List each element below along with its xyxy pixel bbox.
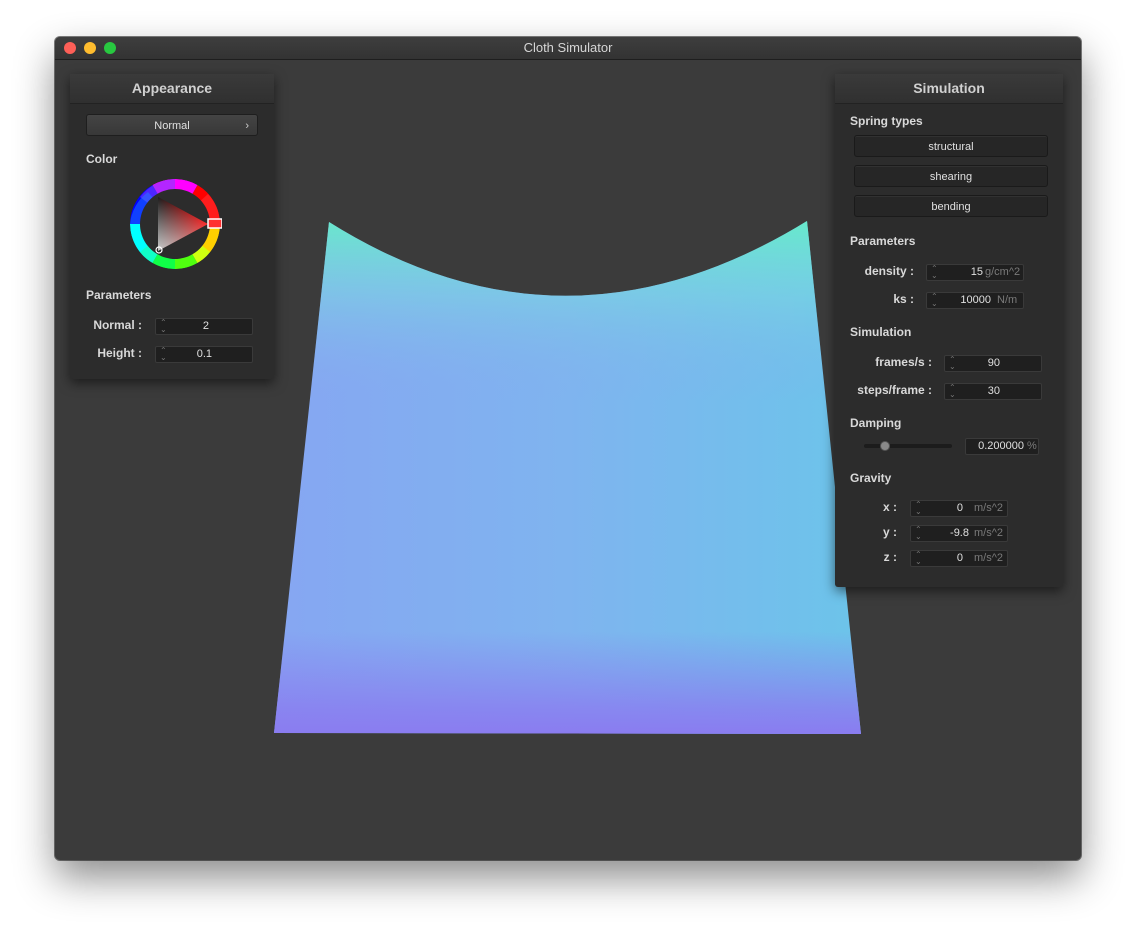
gravity-z-label: z :: [883, 550, 897, 564]
ks-input[interactable]: ⌃ ⌄ 10000 N/m: [926, 292, 1024, 309]
gravity-y-input[interactable]: ⌃ ⌄ -9.8 m/s^2: [910, 525, 1008, 542]
gravity-z-input[interactable]: ⌃ ⌄ 0 m/s^2: [910, 550, 1008, 567]
app-window: Cloth Simulator Appearance Normal › Colo…: [55, 37, 1081, 860]
damping-label: Damping: [850, 416, 902, 430]
frames-label: frames/s :: [875, 355, 932, 369]
simulation-parameters-label: Parameters: [850, 234, 916, 248]
spring-types-label: Spring types: [850, 114, 923, 128]
cloth-bottom-shade: [274, 221, 861, 734]
shader-dropdown[interactable]: Normal ›: [86, 114, 258, 136]
appearance-panel-header[interactable]: Appearance: [70, 74, 274, 104]
ks-label: ks :: [893, 292, 914, 306]
damping-slider[interactable]: [864, 439, 952, 453]
damping-slider-handle[interactable]: [879, 441, 890, 451]
shearing-toggle[interactable]: shearing: [854, 165, 1048, 187]
normal-label: Normal :: [93, 318, 142, 332]
simulation-section-label: Simulation: [850, 325, 912, 339]
title-bar[interactable]: Cloth Simulator: [55, 37, 1081, 60]
chevron-right-icon: ›: [245, 120, 249, 132]
gravity-x-input[interactable]: ⌃ ⌄ 0 m/s^2: [910, 500, 1008, 517]
simulation-panel: Simulation Spring types structural shear…: [835, 74, 1063, 587]
damping-input[interactable]: 0.200000 %: [965, 438, 1039, 455]
bending-toggle[interactable]: bending: [854, 195, 1048, 217]
gravity-y-label: y :: [882, 525, 897, 539]
gravity-label: Gravity: [850, 471, 892, 485]
density-input[interactable]: ⌃ ⌄ 15 g/cm^2: [926, 264, 1024, 281]
steps-label: steps/frame :: [857, 383, 932, 397]
steps-input[interactable]: ⌃ ⌄ 30: [944, 383, 1042, 400]
appearance-panel: Appearance Normal › Color Parameters Nor…: [70, 74, 274, 379]
hue-handle[interactable]: [207, 218, 222, 229]
frames-input[interactable]: ⌃ ⌄ 90: [944, 355, 1042, 372]
color-wheel[interactable]: [128, 177, 222, 271]
shader-dropdown-value: Normal: [154, 120, 190, 132]
height-input[interactable]: ⌃ ⌄ 0.1: [155, 346, 253, 363]
color-label: Color: [86, 152, 118, 166]
height-label: Height :: [97, 346, 142, 360]
density-label: density :: [864, 264, 914, 278]
normal-input[interactable]: ⌃ ⌄ 2: [155, 318, 253, 335]
simulation-panel-header[interactable]: Simulation: [835, 74, 1063, 104]
structural-toggle[interactable]: structural: [854, 135, 1048, 157]
appearance-parameters-label: Parameters: [86, 288, 152, 302]
window-title: Cloth Simulator: [523, 40, 613, 55]
gravity-x-label: x :: [882, 500, 897, 514]
